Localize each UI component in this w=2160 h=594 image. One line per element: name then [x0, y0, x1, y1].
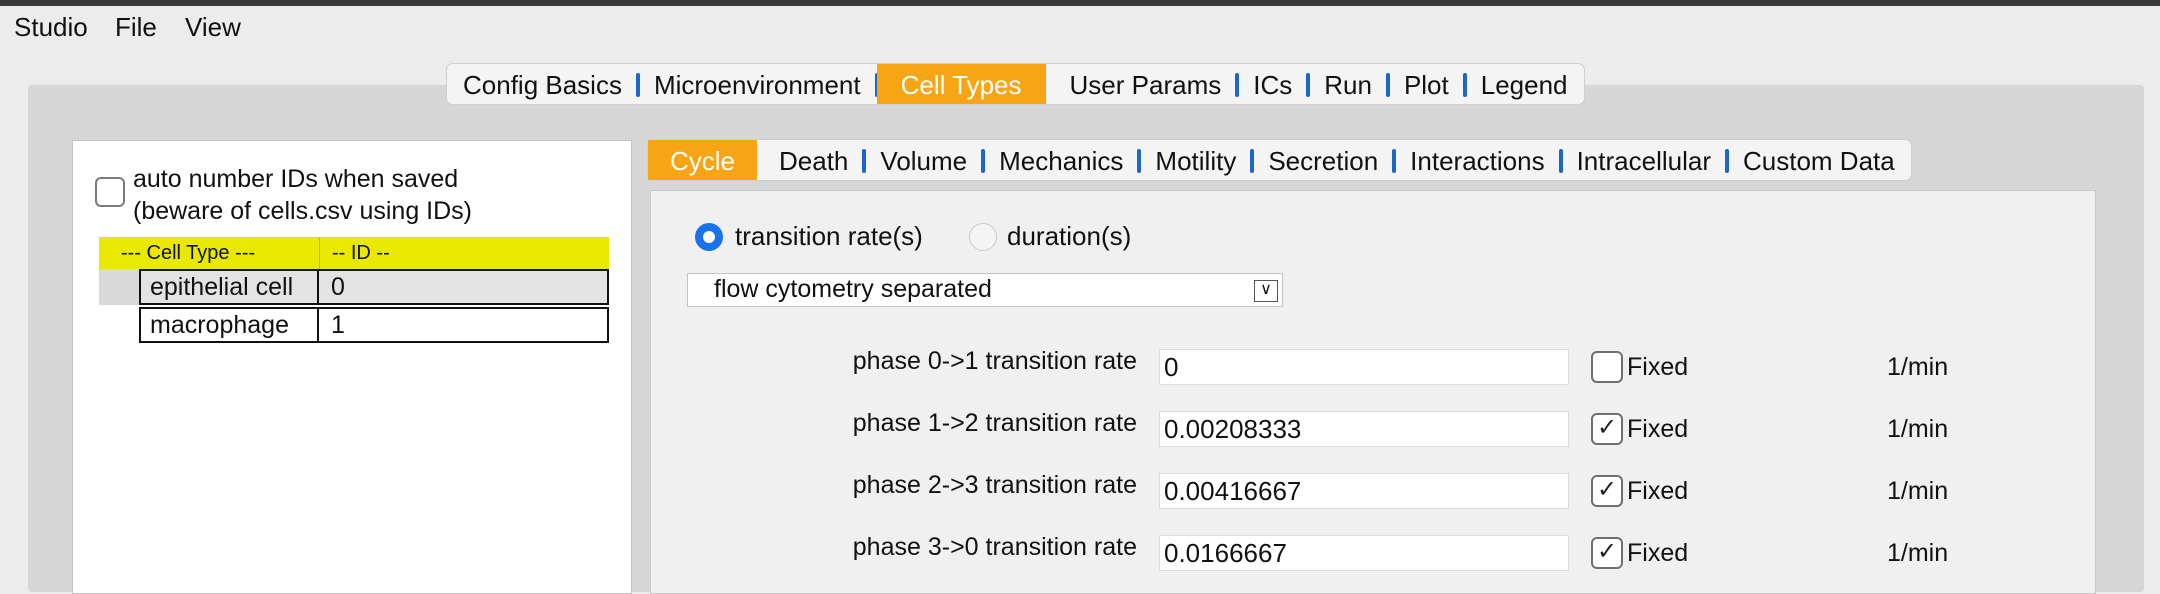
param-unit: 1/min [1887, 353, 1949, 381]
tab-custom-data[interactable]: Custom Data [1727, 140, 1911, 180]
fixed-checkbox[interactable] [1591, 351, 1623, 383]
tab-interactions[interactable]: Interactions [1394, 140, 1563, 180]
param-label: phase 0->1 transition rate [852, 347, 1137, 375]
tab-volume[interactable]: Volume [864, 140, 985, 180]
tab-legend[interactable]: Legend [1465, 64, 1584, 104]
param-input[interactable]: 0 [1159, 349, 1569, 385]
tab-mechanics[interactable]: Mechanics [983, 140, 1142, 180]
param-label: phase 2->3 transition rate [852, 471, 1137, 499]
fixed-label: Fixed [1627, 353, 1689, 381]
tab-config-basics[interactable]: Config Basics [447, 64, 640, 104]
table-header: --- Cell Type --- -- ID -- [99, 237, 609, 269]
param-input[interactable]: 0.00208333 [1159, 411, 1569, 447]
chevron-down-icon[interactable]: ∨ [1254, 280, 1278, 302]
auto-number-label-line1: auto number IDs when saved [133, 165, 459, 193]
cell-type-id[interactable]: 0 [319, 269, 609, 305]
header-id[interactable]: -- ID -- [332, 242, 390, 265]
checkmark-icon: ✓ [1596, 476, 1618, 503]
auto-number-checkbox[interactable] [95, 177, 125, 207]
table-row[interactable]: macrophage 1 [99, 307, 609, 343]
fixed-checkbox[interactable]: ✓ [1591, 475, 1623, 507]
fixed-checkbox[interactable]: ✓ [1591, 537, 1623, 569]
tab-death[interactable]: Death [757, 140, 867, 180]
duration-radio[interactable] [969, 223, 997, 251]
checkmark-icon: ✓ [1596, 538, 1618, 565]
param-unit: 1/min [1887, 415, 1949, 443]
main-tab-bar: Config Basics Microenvironment Cell Type… [447, 64, 1584, 104]
fixed-checkbox[interactable]: ✓ [1591, 413, 1623, 445]
tab-intracellular[interactable]: Intracellular [1561, 140, 1730, 180]
tab-microenvironment[interactable]: Microenvironment [638, 64, 879, 104]
tab-cycle[interactable]: Cycle [648, 140, 758, 180]
fixed-label: Fixed [1627, 477, 1689, 505]
param-unit: 1/min [1887, 539, 1949, 567]
param-input[interactable]: 0.00416667 [1159, 473, 1569, 509]
cycle-panel: transition rate(s) duration(s) flow cyto… [650, 190, 2096, 594]
tab-secretion[interactable]: Secretion [1252, 140, 1397, 180]
header-cell-type[interactable]: --- Cell Type --- [121, 242, 255, 265]
cell-type-name[interactable]: epithelial cell [139, 269, 319, 305]
checkmark-icon: ✓ [1596, 414, 1618, 441]
header-divider [319, 237, 320, 269]
tab-user-params[interactable]: User Params [1046, 64, 1239, 104]
tab-ics[interactable]: ICs [1237, 64, 1311, 104]
auto-number-label-line2: (beware of cells.csv using IDs) [133, 197, 473, 225]
transition-rate-label: transition rate(s) [735, 221, 923, 251]
cell-type-id[interactable]: 1 [319, 307, 609, 343]
tab-cell-types[interactable]: Cell Types [876, 64, 1046, 104]
cycle-model-select[interactable]: flow cytometry separated ∨ [687, 273, 1283, 307]
menu-view[interactable]: View [185, 12, 241, 43]
menu-file[interactable]: File [115, 12, 157, 43]
menu-bar: Studio File View [0, 6, 2160, 46]
param-input[interactable]: 0.0166667 [1159, 535, 1569, 571]
fixed-label: Fixed [1627, 539, 1689, 567]
cycle-model-value: flow cytometry separated [714, 275, 992, 303]
cell-types-pane: auto number IDs when saved (beware of ce… [72, 140, 632, 594]
tab-plot[interactable]: Plot [1388, 64, 1467, 104]
menu-studio[interactable]: Studio [14, 12, 88, 43]
cell-type-name[interactable]: macrophage [139, 307, 319, 343]
param-unit: 1/min [1887, 477, 1949, 505]
tab-run[interactable]: Run [1308, 64, 1390, 104]
duration-label: duration(s) [1007, 221, 1132, 251]
param-label: phase 3->0 transition rate [852, 533, 1137, 561]
transition-rate-radio[interactable] [695, 223, 723, 251]
fixed-label: Fixed [1627, 415, 1689, 443]
cell-params-tab-bar: Cycle Death Volume Mechanics Motility Se… [648, 140, 1911, 180]
row-header[interactable] [99, 269, 139, 305]
table-row[interactable]: epithelial cell 0 [99, 269, 609, 305]
auto-number-label: auto number IDs when saved (beware of ce… [133, 163, 472, 227]
tab-motility[interactable]: Motility [1139, 140, 1255, 180]
param-label: phase 1->2 transition rate [852, 409, 1137, 437]
